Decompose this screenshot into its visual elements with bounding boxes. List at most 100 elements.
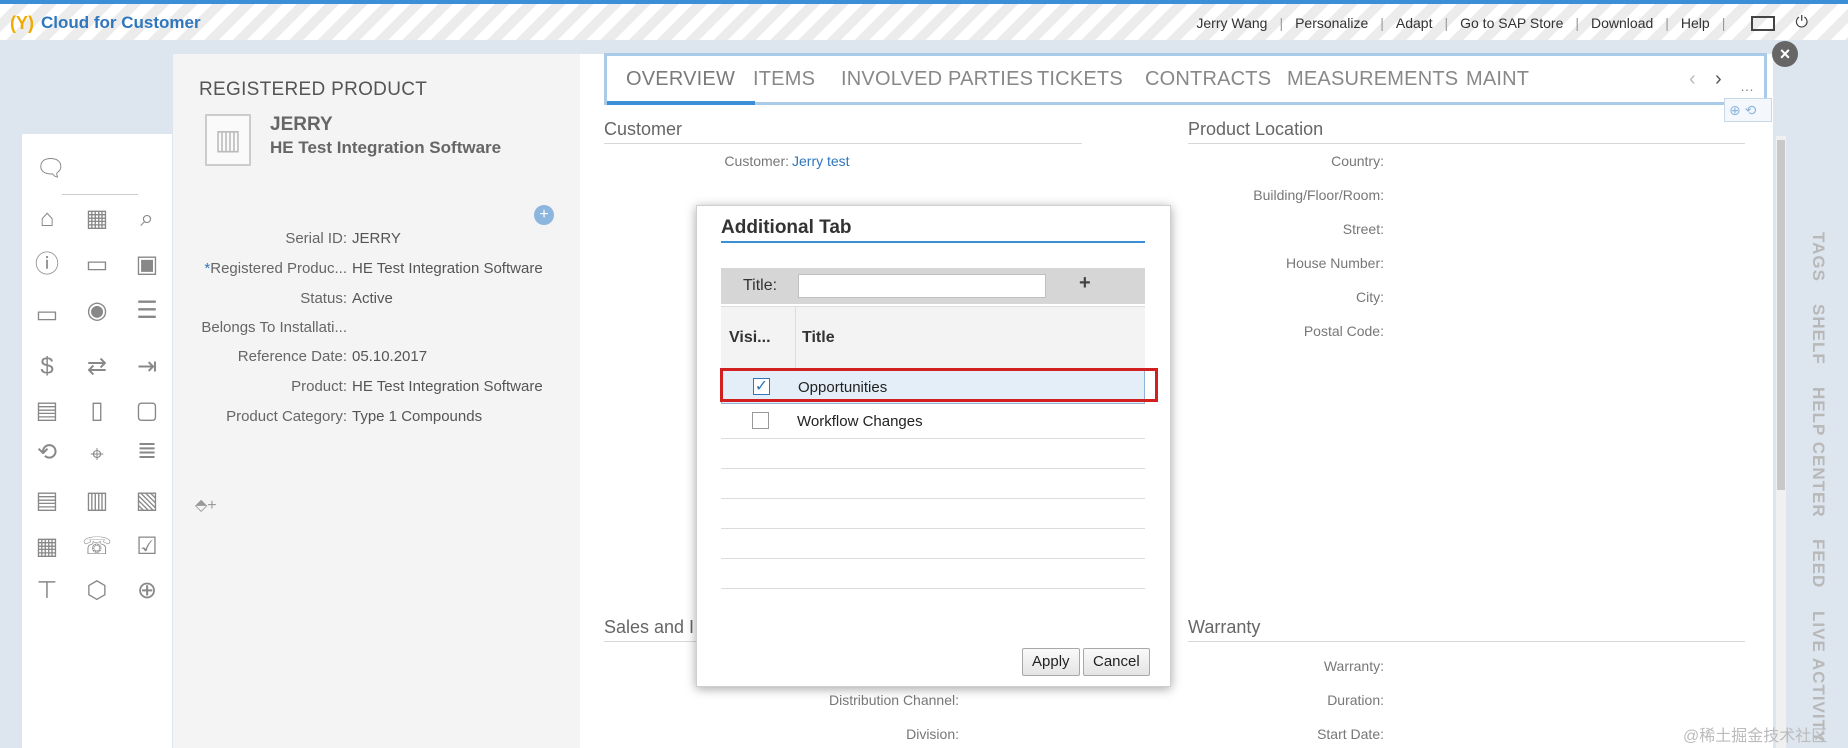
reset-tabs-icon[interactable]: ⟲ bbox=[1745, 102, 1757, 118]
country-label: Country: bbox=[1331, 153, 1384, 169]
help-link[interactable]: Help bbox=[1681, 15, 1710, 31]
payment-icon[interactable]: ⇥ bbox=[130, 352, 164, 382]
document-icon[interactable]: ▯ bbox=[80, 396, 114, 426]
people-list-icon[interactable]: ☰ bbox=[130, 296, 164, 326]
sync-icon[interactable]: ⟲ bbox=[30, 438, 64, 468]
chevron-left-icon[interactable]: ‹ bbox=[1689, 68, 1696, 91]
personalize-link[interactable]: Personalize bbox=[1295, 15, 1368, 31]
tab-maint[interactable]: MAINT bbox=[1466, 68, 1529, 91]
account-card-icon[interactable]: ▭ bbox=[30, 300, 64, 330]
field-label: Reference Date: bbox=[237, 348, 347, 365]
side-tab-help-center[interactable]: HELP CENTER bbox=[1808, 387, 1828, 518]
close-icon[interactable]: × bbox=[1772, 41, 1798, 67]
column-header-title[interactable]: Title bbox=[802, 329, 835, 347]
empty-row bbox=[721, 559, 1145, 589]
tab-overview[interactable]: OVERVIEW bbox=[626, 68, 735, 91]
add-row-icon[interactable]: + bbox=[1079, 272, 1091, 295]
report-icon[interactable]: ▤ bbox=[30, 486, 64, 516]
chevron-right-icon[interactable]: › bbox=[1715, 68, 1722, 91]
calendar-icon[interactable]: ▦ bbox=[80, 204, 114, 234]
active-tab-indicator bbox=[607, 101, 755, 105]
highlight-annotation bbox=[720, 368, 1158, 402]
section-divider bbox=[604, 143, 1082, 144]
org-chart-icon[interactable]: ⊤ bbox=[30, 576, 64, 606]
section-title-warranty: Warranty bbox=[1188, 617, 1261, 637]
city-label: City: bbox=[1356, 289, 1384, 305]
user-name-link[interactable]: Jerry Wang bbox=[1196, 15, 1267, 31]
alert-icon[interactable]: ⓘ bbox=[30, 250, 64, 280]
side-tab-shelf[interactable]: SHELF bbox=[1808, 304, 1828, 365]
phone-icon[interactable]: ☏ bbox=[80, 532, 114, 562]
search-icon[interactable]: ⌕ bbox=[130, 204, 164, 234]
dollar-icon[interactable]: $ bbox=[30, 352, 64, 382]
add-tab-icon[interactable]: ⊕ bbox=[1729, 102, 1741, 118]
field-label: Serial ID: bbox=[285, 230, 347, 247]
separator: | bbox=[1575, 15, 1579, 31]
tab-contracts[interactable]: CONTRACTS bbox=[1145, 68, 1271, 91]
copy-icon[interactable]: ▥ bbox=[80, 486, 114, 516]
field-product: Product: HE Test Integration Software bbox=[173, 378, 580, 398]
empty-row bbox=[721, 529, 1145, 559]
side-tab-feed[interactable]: FEED bbox=[1808, 539, 1828, 588]
lead-icon[interactable]: ⇄ bbox=[80, 352, 114, 382]
tab-items[interactable]: ITEMS bbox=[753, 68, 815, 91]
list-icon[interactable]: ≣ bbox=[130, 436, 164, 466]
field-product-category: Product Category: Type 1 Compounds bbox=[173, 408, 580, 428]
cancel-button[interactable]: Cancel bbox=[1083, 648, 1150, 676]
checklist-icon[interactable]: ☑ bbox=[130, 532, 164, 562]
field-label: *Registered Produc... bbox=[204, 260, 347, 277]
product-avatar-icon: ▥ bbox=[205, 114, 251, 166]
watermark: @稀土掘金技术社区 bbox=[1683, 728, 1828, 745]
sap-store-link[interactable]: Go to SAP Store bbox=[1460, 15, 1563, 31]
additional-tab-dialog: Additional Tab Title: + Visi... Title ✓ … bbox=[696, 205, 1171, 687]
building-label: Building/Floor/Room: bbox=[1253, 187, 1384, 203]
chart-doc-icon[interactable]: ▧ bbox=[130, 486, 164, 516]
download-circle-icon[interactable]: ⊕ bbox=[130, 576, 164, 606]
tab-settings-tools[interactable]: ⊕ ⟲ bbox=[1724, 98, 1772, 122]
field-value: JERRY bbox=[352, 230, 401, 247]
adapt-link[interactable]: Adapt bbox=[1396, 15, 1433, 31]
pdf-icon[interactable]: ▣ bbox=[130, 250, 164, 280]
invoice-icon[interactable]: ▢ bbox=[130, 396, 164, 426]
quote-icon[interactable]: ▤ bbox=[30, 396, 64, 426]
customer-label: Customer: bbox=[724, 153, 789, 169]
scrollbar-thumb[interactable] bbox=[1777, 140, 1785, 490]
tab-tickets[interactable]: TICKETS bbox=[1037, 68, 1123, 91]
section-divider bbox=[1188, 641, 1745, 642]
download-link[interactable]: Download bbox=[1591, 15, 1653, 31]
sap-logo-icon: (Y) bbox=[10, 13, 34, 33]
field-serial-id: Serial ID: JERRY bbox=[173, 230, 580, 250]
map-pin-icon[interactable]: ⌖ bbox=[80, 440, 114, 470]
object-type-title: REGISTERED PRODUCT bbox=[199, 79, 428, 100]
table-row[interactable]: Workflow Changes bbox=[721, 404, 1145, 439]
power-icon[interactable]: ⏻ bbox=[1795, 14, 1808, 32]
section-title-sales: Sales and I bbox=[604, 617, 695, 637]
title-field-label: Title: bbox=[743, 277, 778, 294]
side-tab-tags[interactable]: TAGS bbox=[1808, 232, 1828, 282]
header-pane: REGISTERED PRODUCT ▥ JERRY HE Test Integ… bbox=[173, 54, 580, 748]
screen-icon[interactable] bbox=[1751, 15, 1776, 31]
shell-bar: (Y) Cloud for Customer Jerry Wang | Perso… bbox=[0, 0, 1848, 40]
visible-checkbox[interactable] bbox=[752, 412, 769, 429]
separator: | bbox=[1721, 15, 1726, 31]
tab-involved-parties[interactable]: INVOLVED PARTIES bbox=[841, 68, 1033, 91]
field-installation: Belongs To Installati... bbox=[173, 319, 580, 339]
tab-measurements[interactable]: MEASUREMENTS bbox=[1287, 68, 1458, 91]
apply-button[interactable]: Apply bbox=[1022, 648, 1080, 676]
card-icon[interactable]: ▭ bbox=[80, 250, 114, 280]
title-input[interactable] bbox=[798, 274, 1046, 298]
add-tag-icon[interactable]: ⬘+ bbox=[195, 495, 217, 515]
product-icon[interactable]: ⬡ bbox=[80, 576, 114, 606]
tab-bar: OVERVIEW ITEMS INVOLVED PARTIES TICKETS … bbox=[604, 53, 1767, 105]
contact-icon[interactable]: ◉ bbox=[80, 296, 114, 326]
appointment-icon[interactable]: ▦ bbox=[30, 532, 64, 562]
customer-link[interactable]: Jerry test bbox=[792, 153, 850, 169]
more-icon[interactable]: … bbox=[1740, 78, 1754, 94]
column-header-visible[interactable]: Visi... bbox=[729, 329, 771, 347]
feed-icon[interactable]: 🗨 bbox=[34, 154, 68, 184]
home-icon[interactable]: ⌂ bbox=[30, 204, 64, 234]
section-title-customer: Customer bbox=[604, 119, 683, 139]
left-navigation: 🗨 ⌂ ▦ ⌕ ⓘ ▭ ▣ ▭ ◉ ☰ $ ⇄ ⇥ ▤ ▯ ▢ ⟲ ⌖ ≣ ▤ … bbox=[22, 134, 172, 748]
add-icon[interactable]: + bbox=[534, 205, 554, 225]
field-label: Belongs To Installati... bbox=[201, 319, 347, 336]
